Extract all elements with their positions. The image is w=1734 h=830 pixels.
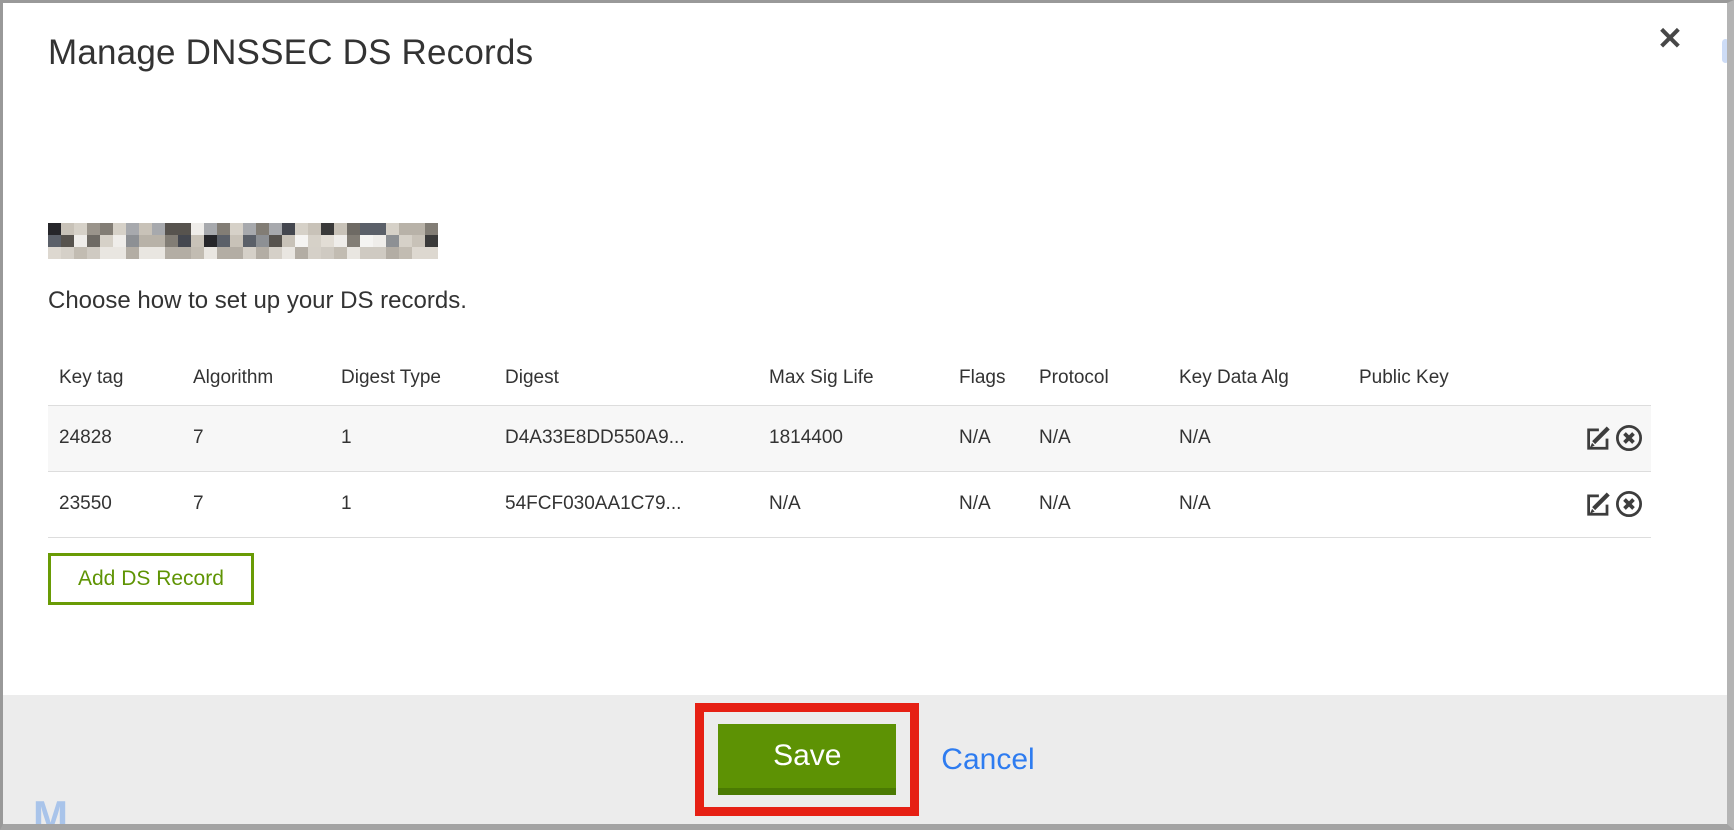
column-header-digest-type: Digest Type (330, 351, 494, 405)
cell-digest: D4A33E8DD550A9... (494, 405, 758, 471)
cell-protocol: N/A (1028, 471, 1168, 537)
cell-key-data-alg: N/A (1168, 405, 1348, 471)
background-bleed-shape (1722, 39, 1729, 63)
cell-key-data-alg: N/A (1168, 471, 1348, 537)
cell-actions (1498, 405, 1651, 471)
column-header-key-tag: Key tag (48, 351, 182, 405)
column-header-max-sig-life: Max Sig Life (758, 351, 948, 405)
cell-flags: N/A (948, 405, 1028, 471)
edit-record-button[interactable] (1581, 489, 1613, 519)
column-header-flags: Flags (948, 351, 1028, 405)
save-button[interactable]: Save (718, 724, 896, 795)
cell-actions (1498, 471, 1651, 537)
cell-key-tag: 24828 (48, 405, 182, 471)
cell-digest-type: 1 (330, 405, 494, 471)
ds-records-table: Key tagAlgorithmDigest TypeDigestMax Sig… (48, 351, 1651, 538)
table-header-row: Key tagAlgorithmDigest TypeDigestMax Sig… (48, 351, 1651, 405)
cell-key-tag: 23550 (48, 471, 182, 537)
modal-footer: Save Cancel M (3, 695, 1727, 824)
annotation-highlight: Save (695, 703, 919, 816)
cell-algorithm: 7 (182, 471, 330, 537)
delete-record-button[interactable] (1613, 489, 1645, 519)
cell-digest-type: 1 (330, 471, 494, 537)
column-header-key-data-alg: Key Data Alg (1168, 351, 1348, 405)
cancel-link[interactable]: Cancel (941, 743, 1034, 777)
redacted-domain-name (48, 223, 438, 259)
column-header-protocol: Protocol (1028, 351, 1168, 405)
column-header-digest: Digest (494, 351, 758, 405)
cell-algorithm: 7 (182, 405, 330, 471)
cell-public-key (1348, 405, 1498, 471)
column-header-actions (1498, 351, 1651, 405)
cell-flags: N/A (948, 471, 1028, 537)
cell-public-key (1348, 471, 1498, 537)
column-header-public-key: Public Key (1348, 351, 1498, 405)
add-ds-record-button[interactable]: Add DS Record (48, 553, 254, 605)
cell-digest: 54FCF030AA1C79... (494, 471, 758, 537)
modal-title: Manage DNSSEC DS Records (48, 33, 1727, 73)
background-bleed-text: M (33, 792, 68, 830)
column-header-algorithm: Algorithm (182, 351, 330, 405)
cell-max-sig-life: 1814400 (758, 405, 948, 471)
table-body: 2482871D4A33E8DD550A9...1814400N/AN/AN/A… (48, 405, 1651, 537)
cell-protocol: N/A (1028, 405, 1168, 471)
close-icon[interactable]: ✕ (1657, 23, 1683, 54)
table-row: 2482871D4A33E8DD550A9...1814400N/AN/AN/A (48, 405, 1651, 471)
dnssec-modal: ✕ Manage DNSSEC DS Records Choose how to… (0, 0, 1734, 830)
delete-record-button[interactable] (1613, 423, 1645, 453)
table-row: 235507154FCF030AA1C79...N/AN/AN/AN/A (48, 471, 1651, 537)
instruction-text: Choose how to set up your DS records. (48, 287, 1727, 315)
edit-record-button[interactable] (1581, 423, 1613, 453)
cell-max-sig-life: N/A (758, 471, 948, 537)
